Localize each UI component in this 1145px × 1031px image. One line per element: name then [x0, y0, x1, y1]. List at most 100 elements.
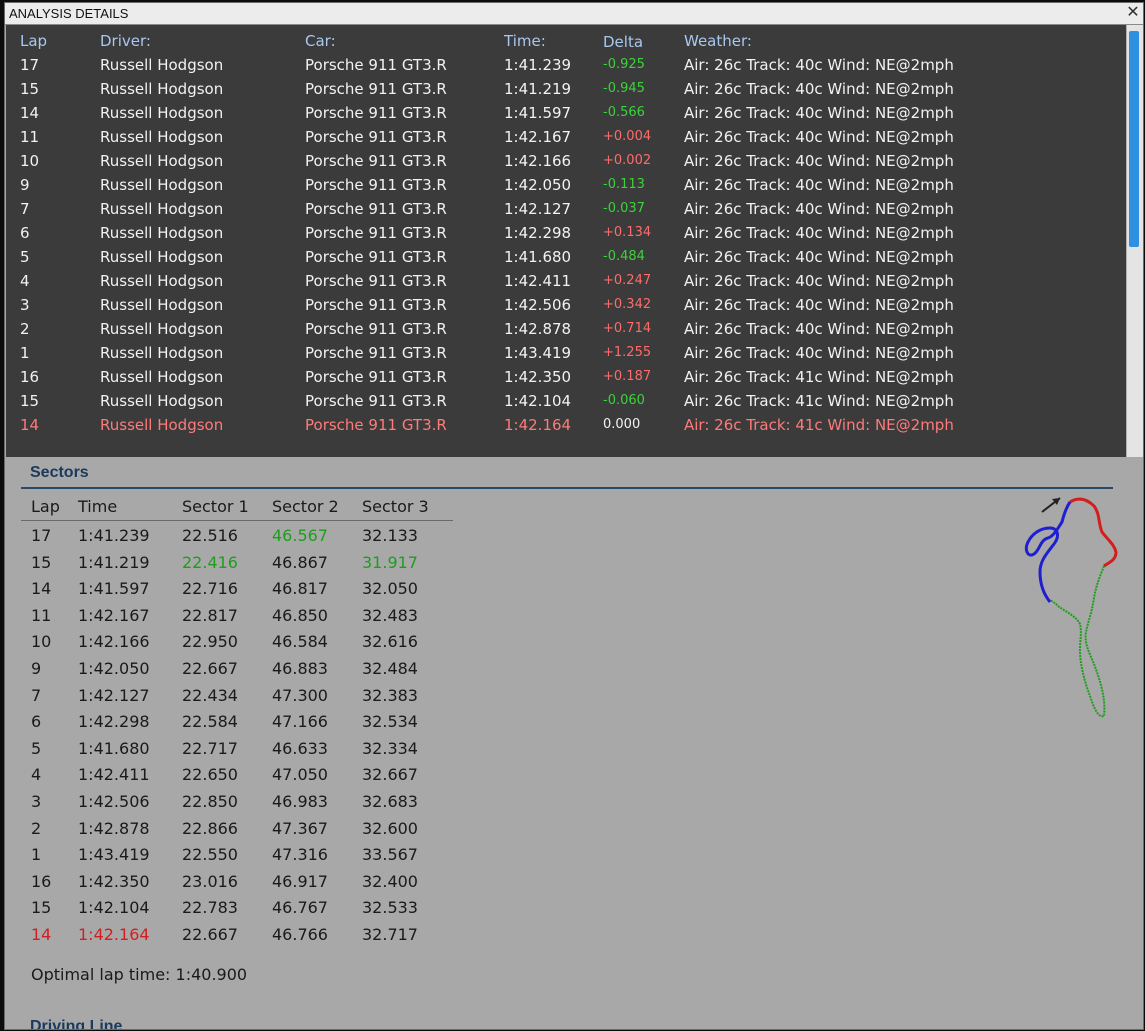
- sector-cell-lap: 5: [31, 738, 42, 758]
- lap-cell-weather: Air: 26c Track: 40c Wind: NE@2mph: [684, 152, 954, 170]
- scrollbar-thumb[interactable]: [1129, 31, 1139, 247]
- lap-row[interactable]: 5 Russell Hodgson Porsche 911 GT3.R 1:41.68…: [6, 245, 1126, 269]
- lap-cell-driver: Russell Hodgson: [100, 368, 224, 386]
- lap-row[interactable]: 1 Russell Hodgson Porsche 911 GT3.R 1:43.41…: [6, 341, 1126, 365]
- sec-header-s1: Sector 1: [182, 497, 249, 516]
- lap-cell-delta: -0.113: [603, 177, 645, 192]
- sector-cell-time: 1:43.419: [78, 845, 150, 865]
- sector-row: 11 1:42.167 22.817 46.850 32.483: [5, 604, 465, 630]
- lap-cell-time: 1:41.239: [504, 56, 572, 74]
- lap-row[interactable]: 2 Russell Hodgson Porsche 911 GT3.R 1:42.87…: [6, 317, 1126, 341]
- lap-row[interactable]: 9 Russell Hodgson Porsche 911 GT3.R 1:42.05…: [6, 173, 1126, 197]
- sector-cell-s1: 23.016: [182, 871, 238, 891]
- sector-cell-s3: 32.400: [362, 871, 418, 891]
- sector-row: 1 1:43.419 22.550 47.316 33.567: [5, 843, 465, 869]
- lap-row[interactable]: 16 Russell Hodgson Porsche 911 GT3.R 1:42.3…: [6, 365, 1126, 389]
- lap-cell-car: Porsche 911 GT3.R: [305, 104, 447, 122]
- sector-cell-time: 1:42.411: [78, 765, 150, 785]
- lap-row[interactable]: 6 Russell Hodgson Porsche 911 GT3.R 1:42.29…: [6, 221, 1126, 245]
- header-weather[interactable]: Weather:: [684, 32, 752, 50]
- lap-row[interactable]: 10 Russell Hodgson Porsche 911 GT3.R 1:42.1…: [6, 149, 1126, 173]
- lap-row[interactable]: 3 Russell Hodgson Porsche 911 GT3.R 1:42.50…: [6, 293, 1126, 317]
- sector-cell-s2: 46.766: [272, 925, 328, 944]
- lap-cell-time: 1:42.166: [504, 152, 572, 170]
- lap-row[interactable]: 15 Russell Hodgson Porsche 911 GT3.R 1:41.2…: [6, 77, 1126, 101]
- lap-cell-time: 1:42.164: [504, 416, 572, 434]
- lap-cell-driver: Russell Hodgson: [100, 320, 224, 338]
- header-car[interactable]: Car:: [305, 32, 336, 50]
- sector-row: 17 1:41.239 22.516 46.567 32.133: [5, 524, 465, 550]
- lap-row[interactable]: 15 Russell Hodgson Porsche 911 GT3.R 1:42.1…: [6, 389, 1126, 413]
- sectors-divider: [21, 487, 1113, 489]
- window-title: ANALYSIS DETAILS: [9, 6, 129, 21]
- lap-cell-weather: Air: 26c Track: 40c Wind: NE@2mph: [684, 248, 954, 266]
- lap-cell-car: Porsche 911 GT3.R: [305, 344, 447, 362]
- titlebar: ANALYSIS DETAILS ✕: [5, 3, 1143, 25]
- sector-cell-lap: 3: [31, 792, 42, 811]
- sector-cell-s3: 32.717: [362, 925, 418, 944]
- lap-cell-weather: Air: 26c Track: 40c Wind: NE@2mph: [684, 104, 954, 122]
- sector-row: 6 1:42.298 22.584 47.166 32.534: [5, 710, 465, 736]
- lap-row[interactable]: 14 Russell Hodgson Porsche 911 GT3.R 1:41.5…: [6, 101, 1126, 125]
- sector-cell-lap: 15: [31, 898, 52, 918]
- driving-line-title: Driving Line: [30, 1018, 123, 1030]
- sector-cell-time: 1:41.597: [78, 579, 150, 599]
- sector-cell-s3: 32.383: [362, 685, 418, 705]
- lap-cell-time: 1:42.127: [504, 200, 572, 218]
- close-icon[interactable]: ✕: [1125, 3, 1141, 24]
- lap-cell-time: 1:42.104: [504, 392, 572, 410]
- sector-cell-time: 1:42.167: [78, 605, 150, 625]
- sector-cell-s1: 22.434: [182, 685, 238, 705]
- lap-cell-lap: 2: [20, 320, 30, 338]
- lap-cell-delta: -0.484: [603, 249, 645, 264]
- lap-cell-delta: -0.925: [603, 57, 645, 72]
- lap-table-header: Lap Driver: Car: Time: Delta Weather:: [6, 29, 1126, 53]
- lap-cell-delta: +0.004: [603, 129, 652, 144]
- sec-header-s2: Sector 2: [272, 497, 339, 516]
- sector-cell-lap: 6: [31, 712, 42, 732]
- lap-cell-weather: Air: 26c Track: 40c Wind: NE@2mph: [684, 320, 954, 338]
- sector-cell-time: 1:42.050: [78, 659, 150, 678]
- header-lap[interactable]: Lap: [20, 32, 47, 50]
- lap-cell-delta: +0.247: [603, 273, 652, 288]
- lap-row[interactable]: 11 Russell Hodgson Porsche 911 GT3.R 1:42.1…: [6, 125, 1126, 149]
- lap-cell-car: Porsche 911 GT3.R: [305, 248, 447, 266]
- lap-cell-driver: Russell Hodgson: [100, 272, 224, 290]
- lap-cell-car: Porsche 911 GT3.R: [305, 224, 447, 242]
- lap-list-scrollbar[interactable]: [1126, 25, 1143, 457]
- sector-cell-s3: 32.483: [362, 605, 418, 625]
- lap-row[interactable]: 4 Russell Hodgson Porsche 911 GT3.R 1:42.41…: [6, 269, 1126, 293]
- lap-row[interactable]: 14 Russell Hodgson Porsche 911 GT3.R 1:42.1…: [6, 413, 1126, 437]
- header-delta[interactable]: Delta: [603, 33, 643, 51]
- sector-row: 5 1:41.680 22.717 46.633 32.334: [5, 737, 465, 763]
- header-driver[interactable]: Driver:: [100, 32, 151, 50]
- lap-cell-car: Porsche 911 GT3.R: [305, 368, 447, 386]
- sector-cell-s1: 22.584: [182, 712, 238, 732]
- sector-cell-lap: 9: [31, 659, 42, 678]
- lap-row[interactable]: 7 Russell Hodgson Porsche 911 GT3.R 1:42.12…: [6, 197, 1126, 221]
- lap-cell-delta: -0.566: [603, 105, 645, 120]
- lap-cell-time: 1:42.298: [504, 224, 572, 242]
- sector-cell-s2: 46.867: [272, 552, 328, 572]
- lap-cell-lap: 15: [20, 80, 40, 98]
- sector-cell-s3: 33.567: [362, 845, 418, 865]
- lap-cell-delta: 0.000: [603, 417, 641, 432]
- sectors-title: Sectors: [30, 464, 89, 481]
- header-time[interactable]: Time:: [504, 32, 546, 50]
- lap-cell-driver: Russell Hodgson: [100, 176, 224, 194]
- sector-row: 3 1:42.506 22.850 46.983 32.683: [5, 790, 465, 816]
- sec-header-s3: Sector 3: [362, 497, 429, 516]
- sector-cell-time: 1:42.350: [78, 871, 150, 891]
- lap-cell-time: 1:42.350: [504, 368, 572, 386]
- sector-cell-lap: 10: [31, 632, 52, 652]
- lap-cell-lap: 3: [20, 296, 30, 314]
- lap-cell-lap: 7: [20, 200, 30, 218]
- sector-row: 9 1:42.050 22.667 46.883 32.484: [5, 657, 465, 683]
- lap-cell-driver: Russell Hodgson: [100, 56, 224, 74]
- lap-cell-driver: Russell Hodgson: [100, 80, 224, 98]
- sector-cell-s3: 32.533: [362, 898, 418, 918]
- lap-row[interactable]: 17 Russell Hodgson Porsche 911 GT3.R 1:41.2…: [6, 53, 1126, 77]
- lap-cell-driver: Russell Hodgson: [100, 200, 224, 218]
- lap-cell-delta: -0.037: [603, 201, 645, 216]
- lap-cell-driver: Russell Hodgson: [100, 224, 224, 242]
